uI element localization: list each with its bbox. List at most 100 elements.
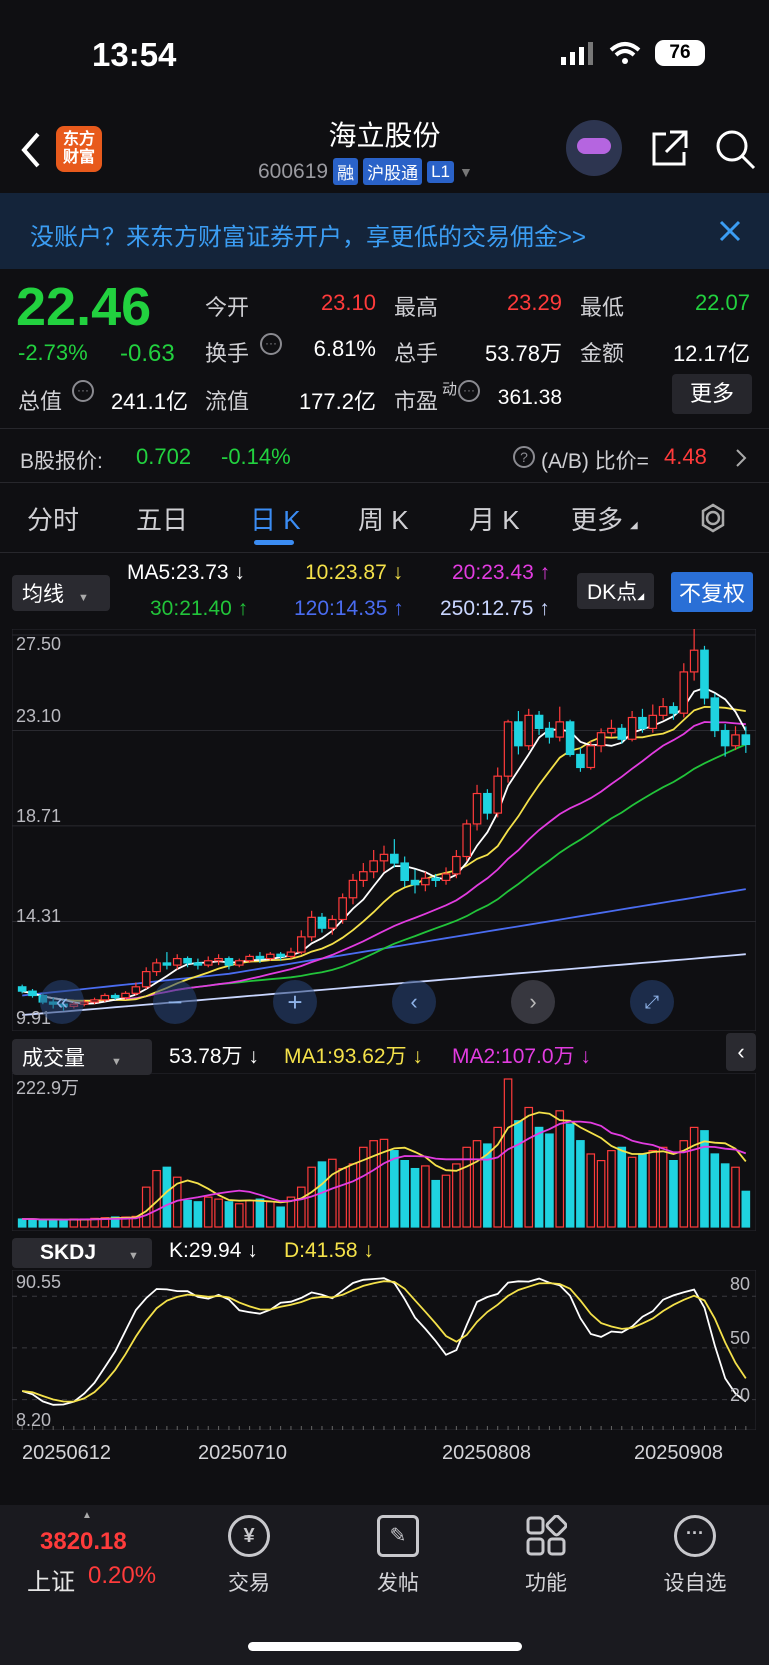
nav-trade[interactable]: ¥ 交易 (194, 1515, 304, 1597)
nav-functions[interactable]: 功能 (491, 1514, 601, 1597)
tab-more[interactable]: 更多 (571, 500, 623, 537)
info-icon[interactable]: ··· (72, 380, 94, 402)
candle (379, 853, 389, 862)
zoom-in-icon[interactable]: + (273, 980, 317, 1024)
help-icon[interactable]: ? (513, 446, 535, 468)
adjust-button[interactable]: 不复权 (671, 572, 754, 612)
skdj-selector[interactable]: SKDJ ▼ (12, 1238, 152, 1268)
nav-watchlist[interactable]: ··· 设自选 (640, 1515, 750, 1597)
volume-bar (741, 1190, 751, 1228)
candle (224, 957, 234, 966)
volume-bar (245, 1199, 254, 1228)
expand-icon[interactable]: ⤢ (630, 980, 674, 1024)
last-price: 22.46 (16, 277, 152, 337)
skdj-k-line (21, 1277, 747, 1406)
volume-bar (48, 1219, 58, 1228)
dk-point-button[interactable]: DK点◢ (577, 573, 655, 609)
kline-chart[interactable] (12, 629, 756, 1031)
date-label: 20250908 (634, 1442, 723, 1464)
ab-ratio-label[interactable]: (A/B) 比价= (541, 445, 649, 475)
candle (110, 994, 120, 999)
bshare-price: 0.702 (136, 444, 192, 469)
close-icon[interactable] (718, 219, 742, 243)
ma30-value: 30:21.40 ↑ (150, 597, 249, 620)
info-icon[interactable]: ··· (260, 333, 282, 355)
search-icon[interactable] (714, 128, 758, 172)
collapse-icon[interactable]: ‹ (726, 1033, 756, 1071)
high-label: 最高 (394, 295, 439, 320)
tab-daily-k[interactable]: 日 K (250, 500, 301, 537)
tag-level: L1 (427, 160, 454, 183)
more-dots-icon: ··· (674, 1515, 716, 1557)
chart-frame (12, 1270, 756, 1430)
nav-post[interactable]: ✎ 发帖 (343, 1515, 453, 1597)
index-value[interactable]: 3820.18 (40, 1528, 127, 1556)
share-icon[interactable] (648, 128, 690, 170)
signal-icon (561, 42, 593, 65)
low-label: 最低 (580, 295, 625, 320)
ma-selector[interactable]: 均线 ▼ (12, 575, 110, 611)
candle (245, 955, 254, 962)
candle (555, 721, 565, 738)
divider (0, 482, 769, 483)
settings-icon[interactable] (697, 502, 729, 534)
candle (100, 994, 110, 1001)
edit-icon: ✎ (377, 1515, 419, 1557)
pe-sup: 动 (442, 381, 458, 398)
volume-bar (720, 1163, 730, 1228)
stock-subline[interactable]: 600619 融 沪股通 L1 ▼ (258, 158, 473, 185)
divider (0, 552, 769, 553)
tab-weekly-k[interactable]: 周 K (358, 500, 409, 537)
candle (452, 855, 461, 875)
ma10-value: 10:23.87 ↓ (305, 561, 404, 584)
info-icon[interactable]: ··· (458, 380, 480, 402)
turnover-label: 换手 (205, 341, 250, 366)
volume-bar (576, 1140, 585, 1228)
volume-bar (193, 1201, 203, 1228)
rewind-icon[interactable]: « (40, 980, 84, 1024)
volume-bar (503, 1078, 513, 1228)
candle (431, 877, 441, 882)
volume-bar (472, 1140, 482, 1228)
candle (638, 716, 647, 729)
chevron-left-icon[interactable]: ‹ (392, 980, 436, 1024)
mktcap-label: 总值 (18, 389, 63, 414)
ma120-line (22, 888, 746, 997)
tab-monthly-k[interactable]: 月 K (469, 500, 520, 537)
more-button[interactable]: 更多 (672, 374, 752, 414)
ma20-value: 20:23.43 ↑ (452, 561, 551, 584)
date-label: 20250808 (442, 1442, 531, 1464)
high-value: 23.29 (506, 290, 562, 315)
ma250-value: 250:12.75 ↑ (440, 597, 550, 620)
candle (193, 962, 203, 966)
volume-chart[interactable] (12, 1073, 756, 1231)
tab-intraday[interactable]: 分时 (27, 500, 79, 537)
candle (338, 897, 347, 921)
zoom-out-icon[interactable]: − (153, 980, 197, 1024)
index-name[interactable]: 上证 (27, 1562, 75, 1597)
skdj-axis-bottom: 8.20 (16, 1410, 52, 1430)
volume-bar (265, 1201, 275, 1228)
volume-bar (586, 1153, 596, 1228)
candle (503, 721, 513, 777)
pe-label: 市盈 (394, 389, 439, 414)
candle (317, 916, 327, 929)
volume-selector[interactable]: 成交量 ▼ (12, 1039, 152, 1075)
volume-bar (452, 1163, 461, 1228)
skdj-chart[interactable] (12, 1270, 756, 1430)
amount-value: 12.17亿 (672, 341, 750, 366)
tab-five-day[interactable]: 五日 (136, 500, 188, 537)
candle (369, 860, 378, 873)
promo-text[interactable]: 没账户？来东方财富证券开户，享更低的交易佣金>> (30, 217, 586, 252)
change-amount: -0.63 (120, 340, 175, 367)
status-icons: 76 (559, 40, 705, 66)
dropdown-icon: ◢ (630, 520, 638, 531)
chevron-right-icon[interactable]: › (511, 980, 555, 1024)
volume-bar (731, 1166, 740, 1228)
date-label: 20250612 (22, 1442, 111, 1464)
volume-bar (545, 1133, 554, 1228)
robot-avatar-icon[interactable] (566, 120, 622, 176)
volume-bar (400, 1160, 409, 1228)
chevron-right-icon[interactable] (734, 448, 748, 468)
amount-label: 金额 (580, 341, 625, 366)
